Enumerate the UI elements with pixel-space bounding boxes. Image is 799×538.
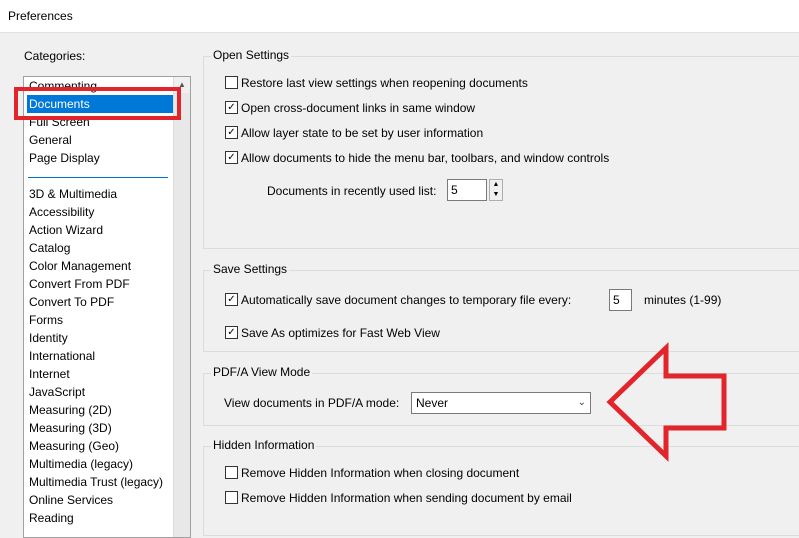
category-item-page-display[interactable]: Page Display [27, 149, 173, 167]
fast-web-option[interactable]: ✓ Save As optimizes for Fast Web View [225, 324, 440, 342]
category-item-general[interactable]: General [27, 131, 173, 149]
restore-view-option[interactable]: Restore last view settings when reopenin… [225, 74, 528, 92]
remove-on-close-label: Remove Hidden Information when closing d… [241, 466, 520, 480]
category-item-3d-multimedia[interactable]: 3D & Multimedia [27, 185, 173, 203]
layer-state-label: Allow layer state to be set by user info… [241, 126, 484, 140]
spin-down-icon[interactable]: ▼ [490, 190, 502, 200]
cross-doc-links-label: Open cross-document links in same window [241, 101, 476, 115]
autosave-checkbox[interactable]: ✓ [225, 293, 238, 307]
open-settings-group: Open Settings Restore last view settings… [203, 48, 799, 249]
category-item-measuring-geo[interactable]: Measuring (Geo) [27, 437, 173, 455]
save-settings-title: Save Settings [211, 262, 290, 276]
fast-web-label: Save As optimizes for Fast Web View [241, 326, 440, 340]
hide-menu-checkbox[interactable]: ✓ [225, 151, 238, 165]
category-item-convert-to-pdf[interactable]: Convert To PDF [27, 293, 173, 311]
cross-doc-links-option[interactable]: ✓ Open cross-document links in same windo… [225, 99, 475, 117]
recent-list-input[interactable]: 5 [447, 179, 487, 201]
category-item-javascript[interactable]: JavaScript [27, 383, 173, 401]
pdfa-mode-label: View documents in PDF/A mode: [224, 396, 400, 410]
chevron-down-icon[interactable]: ⌄ [578, 393, 586, 413]
pdfa-mode-value: Never [416, 396, 449, 410]
category-item-internet[interactable]: Internet [27, 365, 173, 383]
autosave-label: Automatically save document changes to t… [241, 293, 572, 307]
layer-state-checkbox[interactable]: ✓ [225, 126, 238, 140]
minutes-unit-label: minutes (1-99) [644, 293, 722, 307]
category-item-accessibility[interactable]: Accessibility [27, 203, 173, 221]
cross-doc-links-checkbox[interactable]: ✓ [225, 101, 238, 115]
pdfa-title: PDF/A View Mode [211, 365, 313, 379]
category-item-action-wizard[interactable]: Action Wizard [27, 221, 173, 239]
remove-on-close-checkbox[interactable] [225, 466, 238, 480]
remove-on-close-option[interactable]: Remove Hidden Information when closing d… [225, 464, 519, 482]
category-item-measuring-2d[interactable]: Measuring (2D) [27, 401, 173, 419]
arrow-left-icon [606, 342, 727, 462]
restore-view-label: Restore last view settings when reopenin… [241, 76, 528, 90]
category-item-convert-from-pdf[interactable]: Convert From PDF [27, 275, 173, 293]
layer-state-option[interactable]: ✓ Allow layer state to be set by user inf… [225, 124, 483, 142]
categories-label: Categories: [24, 49, 86, 63]
pdfa-mode-select[interactable]: Never ⌄ [411, 392, 591, 414]
category-item-international[interactable]: International [27, 347, 173, 365]
autosave-option[interactable]: ✓ Automatically save document changes to … [225, 291, 571, 309]
category-item-measuring-3d[interactable]: Measuring (3D) [27, 419, 173, 437]
category-item-catalog[interactable]: Catalog [27, 239, 173, 257]
hide-menu-label: Allow documents to hide the menu bar, to… [241, 151, 610, 165]
category-separator [28, 177, 168, 178]
remove-on-email-checkbox[interactable] [225, 491, 238, 505]
spin-up-icon[interactable]: ▲ [490, 180, 502, 190]
category-item-forms[interactable]: Forms [27, 311, 173, 329]
remove-on-email-label: Remove Hidden Information when sending d… [241, 491, 572, 505]
remove-on-email-option[interactable]: Remove Hidden Information when sending d… [225, 489, 572, 507]
restore-view-checkbox[interactable] [225, 76, 238, 90]
category-item-online-services[interactable]: Online Services [27, 491, 173, 509]
autosave-minutes-input[interactable]: 5 [609, 289, 632, 311]
recent-list-label: Documents in recently used list: [267, 184, 437, 198]
hidden-info-title: Hidden Information [211, 438, 317, 452]
title-bar: Preferences [0, 0, 799, 33]
category-item-multimedia-legacy[interactable]: Multimedia (legacy) [27, 455, 173, 473]
window-title: Preferences [8, 9, 73, 23]
open-settings-title: Open Settings [211, 48, 292, 62]
highlight-box-annotation [14, 87, 181, 120]
category-item-reading[interactable]: Reading [27, 509, 173, 527]
fast-web-checkbox[interactable]: ✓ [225, 326, 238, 340]
categories-list[interactable]: Commenting Documents Full Screen General… [23, 76, 191, 538]
save-settings-group: Save Settings ✓ Automatically save docume… [203, 262, 799, 352]
category-item-multimedia-trust-legacy[interactable]: Multimedia Trust (legacy) [27, 473, 173, 491]
recent-list-spinner[interactable]: ▲ ▼ [489, 179, 503, 201]
category-item-color-management[interactable]: Color Management [27, 257, 173, 275]
categories-scrollbar[interactable]: ▲ [173, 77, 190, 537]
hide-menu-option[interactable]: ✓ Allow documents to hide the menu bar, t… [225, 149, 609, 167]
category-item-identity[interactable]: Identity [27, 329, 173, 347]
